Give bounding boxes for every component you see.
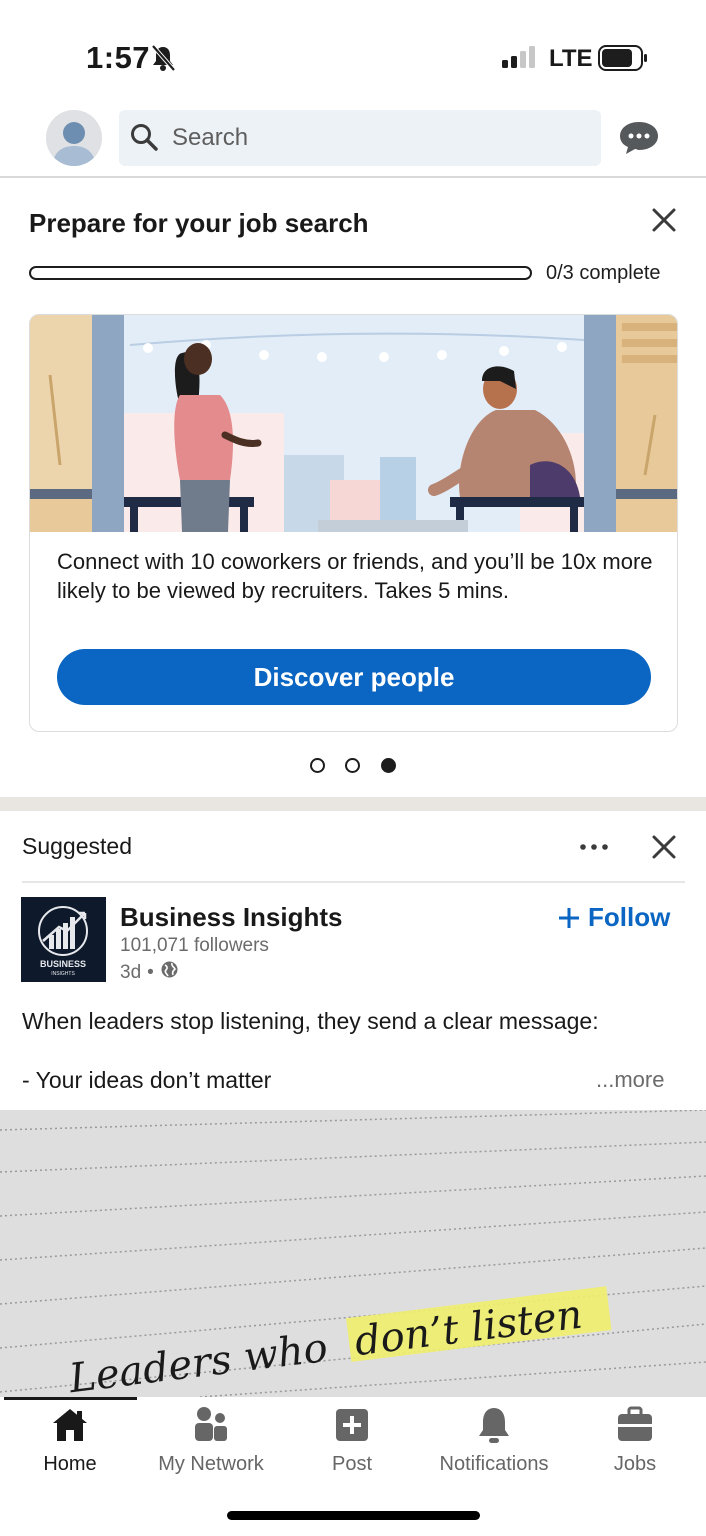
- carousel-dot[interactable]: [310, 758, 325, 773]
- suggested-label: Suggested: [22, 833, 132, 859]
- follower-count: 101,071 followers: [120, 935, 269, 956]
- nav-label: Post: [331, 1453, 373, 1475]
- search-icon: [129, 122, 159, 157]
- carousel-dots: [310, 758, 400, 774]
- divider: [22, 881, 685, 883]
- nav-post[interactable]: Post: [326, 1405, 378, 1485]
- home-icon: [53, 1409, 87, 1441]
- see-more-link[interactable]: ...more: [596, 1067, 664, 1093]
- briefcase-icon: [618, 1406, 652, 1441]
- signal-icon: [502, 46, 538, 73]
- battery-icon: [598, 45, 648, 76]
- progress-label: 0/3 complete: [546, 262, 661, 284]
- carousel-dot-active[interactable]: [381, 758, 396, 773]
- close-icon[interactable]: [651, 834, 677, 865]
- more-options-icon[interactable]: [578, 836, 610, 863]
- search-placeholder: Search: [172, 124, 249, 151]
- top-bar: Search: [0, 100, 706, 178]
- bell-slash-icon: [150, 44, 176, 77]
- follow-button[interactable]: Follow: [558, 902, 670, 933]
- company-logo[interactable]: BUSINESS INSIGHTS: [21, 897, 106, 982]
- bell-icon: [479, 1408, 509, 1443]
- post-age: 3d: [120, 961, 142, 983]
- job-search-card: Connect with 10 coworkers or friends, an…: [29, 314, 678, 732]
- nav-label: My Network: [158, 1453, 264, 1475]
- post-meta: 3d •: [120, 960, 179, 985]
- nav-jobs[interactable]: Jobs: [608, 1405, 662, 1485]
- search-input[interactable]: Search: [119, 110, 601, 166]
- logo-subtext: INSIGHTS: [51, 971, 75, 977]
- close-icon[interactable]: [650, 206, 678, 239]
- nav-home[interactable]: Home: [40, 1405, 100, 1485]
- messaging-icon[interactable]: [618, 120, 660, 161]
- discover-people-button[interactable]: Discover people: [57, 649, 651, 705]
- home-indicator: [227, 1511, 480, 1520]
- author-name[interactable]: Business Insights: [120, 902, 343, 933]
- avatar[interactable]: [46, 110, 102, 166]
- post-text-line: When leaders stop listening, they send a…: [22, 1008, 599, 1034]
- logo-text: BUSINESS: [40, 959, 86, 969]
- status-time: 1:57: [86, 40, 151, 75]
- active-tab-indicator: [4, 1397, 137, 1400]
- follow-label: Follow: [588, 902, 671, 932]
- carrier-label: LTE: [549, 45, 593, 72]
- network-icon: [195, 1407, 227, 1441]
- carousel-dot[interactable]: [345, 758, 360, 773]
- coworkers-illustration: [30, 315, 677, 532]
- nav-my-network[interactable]: My Network: [150, 1405, 272, 1485]
- nav-label: Jobs: [613, 1453, 657, 1475]
- post-image[interactable]: Leaders who don’t listen: [0, 1110, 706, 1397]
- plus-icon: [559, 907, 579, 928]
- status-bar: 1:57 LTE: [0, 0, 706, 100]
- separator-dot: •: [147, 961, 154, 983]
- globe-icon: [160, 960, 179, 985]
- card-body-text: Connect with 10 coworkers or friends, an…: [57, 549, 653, 603]
- post-icon: [336, 1409, 368, 1441]
- progress-bar: [29, 266, 532, 280]
- nav-notifications[interactable]: Notifications: [428, 1405, 560, 1485]
- nav-label: Home: [43, 1453, 97, 1475]
- nav-label: Notifications: [439, 1453, 549, 1475]
- post-text-line: - Your ideas don’t matter: [22, 1067, 272, 1093]
- job-search-title: Prepare for your job search: [29, 208, 369, 238]
- section-divider: [0, 797, 706, 811]
